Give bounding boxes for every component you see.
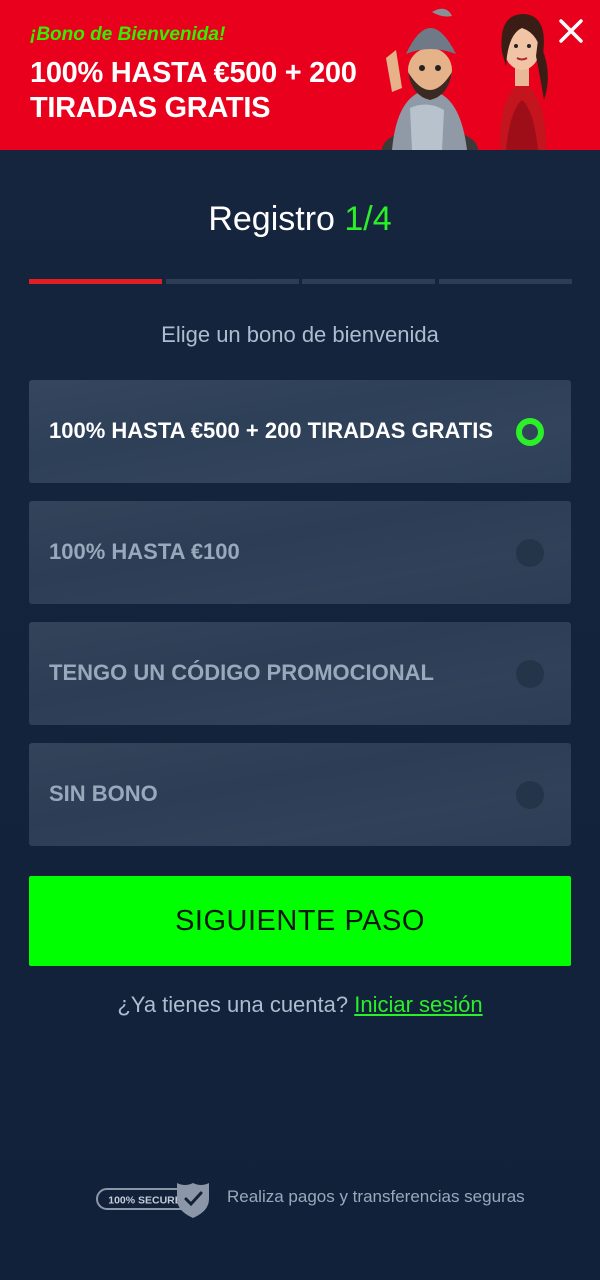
login-link[interactable]: Iniciar sesión <box>354 992 482 1017</box>
progress-bar <box>29 279 572 284</box>
progress-segment-3 <box>302 279 435 284</box>
radio-unselected-icon[interactable] <box>516 660 544 688</box>
progress-segment-1 <box>29 279 162 284</box>
registration-step: 1/4 <box>344 200 392 238</box>
secure-payments-text: Realiza pagos y transferencias seguras <box>227 1187 525 1206</box>
progress-segment-2 <box>166 279 299 284</box>
next-step-button[interactable]: SIGUIENTE PASO <box>29 876 571 966</box>
radio-unselected-icon[interactable] <box>516 539 544 567</box>
close-icon[interactable] <box>552 12 590 50</box>
radio-selected-icon[interactable] <box>516 418 544 446</box>
bonus-option-label: 100% HASTA €100 <box>49 539 240 564</box>
registration-title: Registro 1/4 <box>0 200 600 239</box>
radio-unselected-icon[interactable] <box>516 781 544 809</box>
secure-shield-icon: 100% SECURE <box>96 1183 209 1218</box>
bonus-option-promo-code[interactable]: TENGO UN CÓDIGO PROMOCIONAL <box>29 622 571 725</box>
bonus-option-label: SIN BONO <box>49 781 158 806</box>
bonus-option-label: 100% HASTA €500 + 200 TIRADAS GRATIS <box>49 418 494 443</box>
bonus-option-label: TENGO UN CÓDIGO PROMOCIONAL <box>49 660 434 685</box>
secure-badge-text: 100% SECURE <box>108 1195 182 1207</box>
bonus-option-100[interactable]: 100% HASTA €100 <box>29 501 571 604</box>
banner-eyebrow: ¡Bono de Bienvenida! <box>30 24 226 45</box>
bonus-option-500[interactable]: 100% HASTA €500 + 200 TIRADAS GRATIS <box>29 380 571 483</box>
progress-segment-4 <box>439 279 572 284</box>
bonus-option-no-bonus[interactable]: SIN BONO <box>29 743 571 846</box>
promo-characters-image <box>382 8 548 150</box>
login-prompt-line: ¿Ya tienes una cuenta? Iniciar sesión <box>0 992 600 1018</box>
registration-title-text: Registro <box>208 200 335 238</box>
login-prompt: ¿Ya tienes una cuenta? <box>117 992 349 1017</box>
bonus-subtitle: Elige un bono de bienvenida <box>161 322 439 347</box>
promo-banner[interactable]: ¡Bono de Bienvenida! 100% HASTA €500 + 2… <box>0 0 600 150</box>
